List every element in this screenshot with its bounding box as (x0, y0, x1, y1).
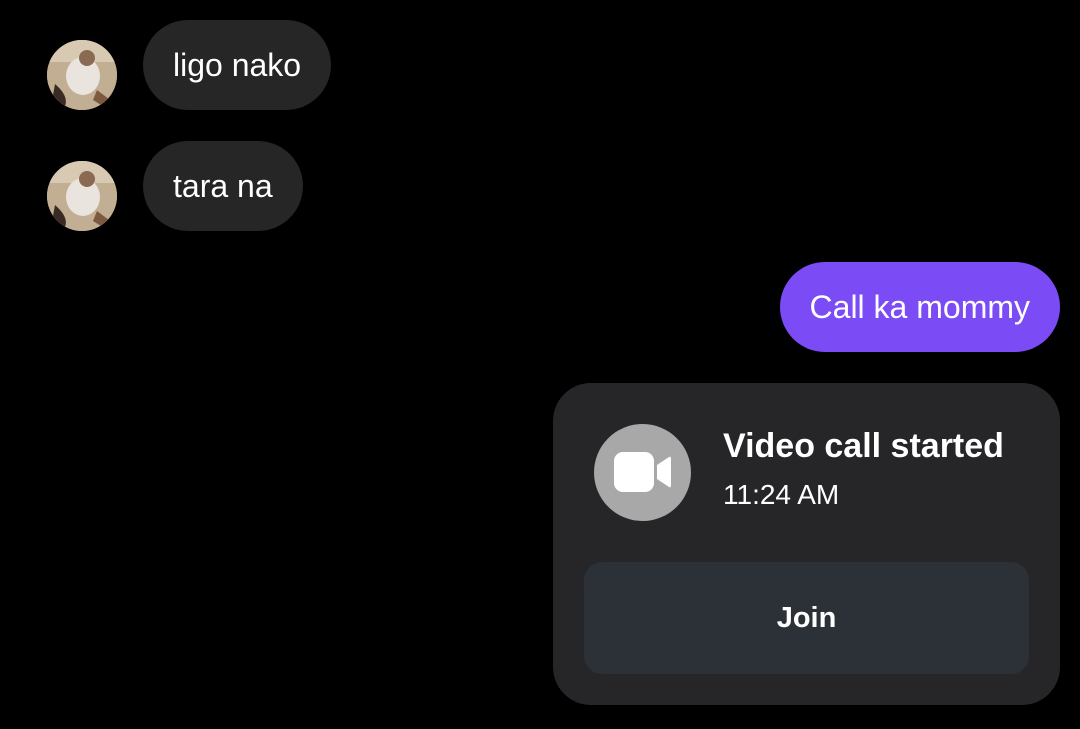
message-text: Call ka mommy (809, 289, 1030, 325)
message-bubble-incoming[interactable]: ligo nako (143, 20, 332, 110)
message-text: ligo nako (173, 47, 302, 83)
join-call-button[interactable]: Join (584, 562, 1029, 674)
sender-avatar[interactable] (47, 40, 117, 110)
video-call-card: Video call started 11:24 AM Join (553, 383, 1060, 705)
avatar-photo-icon (47, 161, 117, 231)
video-camera-icon (614, 452, 671, 492)
call-title: Video call started (723, 427, 1004, 465)
message-bubble-incoming[interactable]: tara na (143, 141, 303, 231)
avatar-photo-icon (47, 40, 117, 110)
call-timestamp: 11:24 AM (723, 479, 840, 510)
message-text: tara na (173, 168, 273, 204)
sender-avatar[interactable] (47, 161, 117, 231)
message-bubble-outgoing[interactable]: Call ka mommy (779, 262, 1060, 352)
video-call-icon-badge (594, 424, 691, 521)
